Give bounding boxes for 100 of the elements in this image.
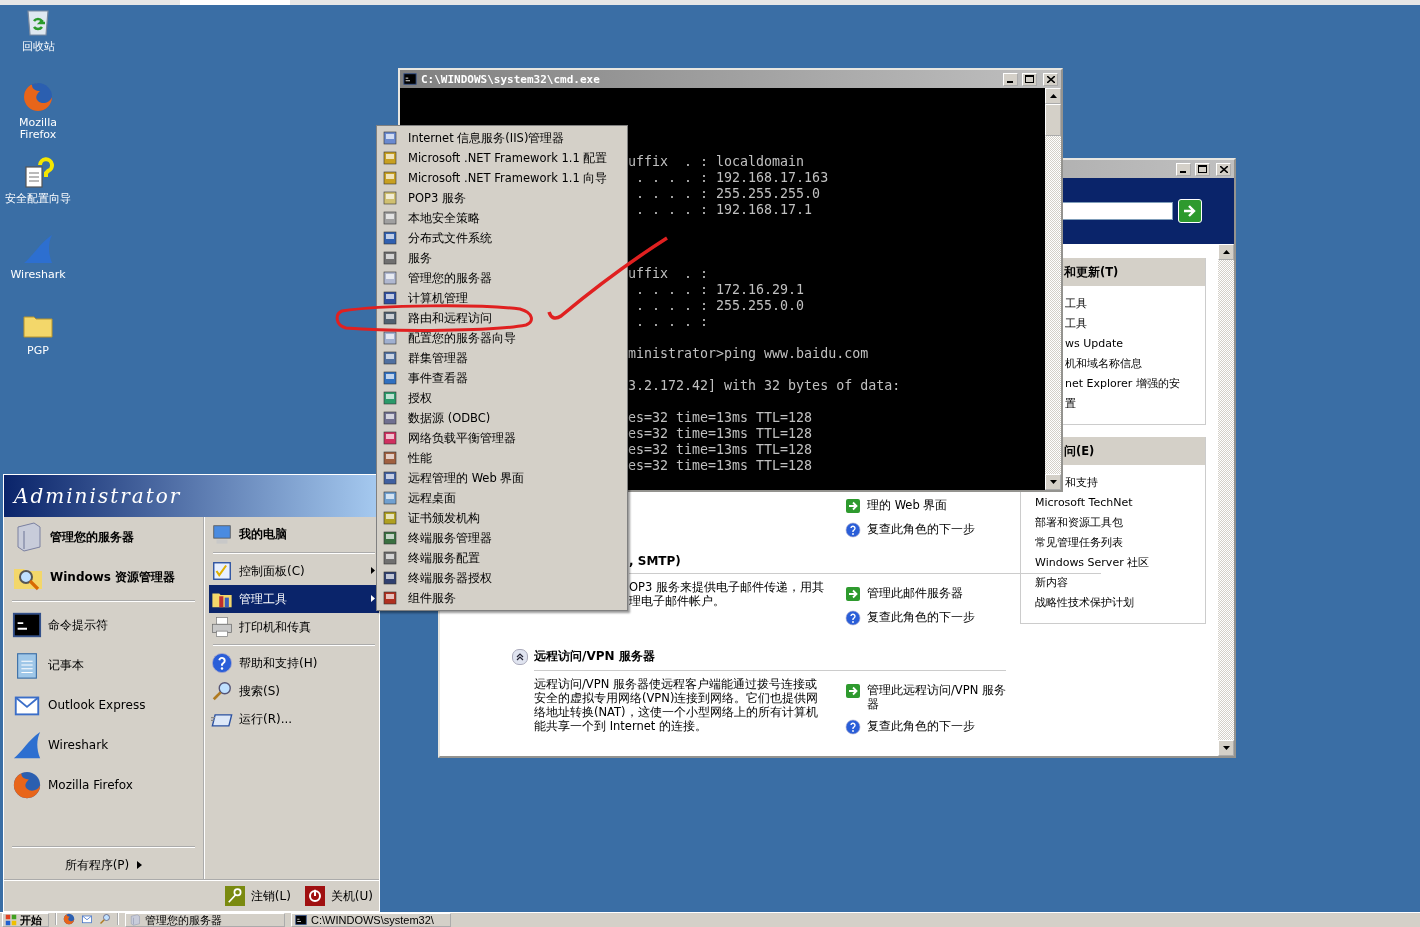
panel-link[interactable]: 新内容 xyxy=(1035,576,1068,590)
panel-link[interactable]: 工具 xyxy=(1065,297,1087,311)
browser-icon xyxy=(63,913,75,925)
menu-item[interactable]: 证书颁发机构 xyxy=(377,508,627,528)
menu-item[interactable]: 终端服务配置 xyxy=(377,548,627,568)
menu-item[interactable]: Wireshark xyxy=(8,725,199,765)
panel-link[interactable]: Microsoft TechNet xyxy=(1035,496,1133,510)
menu-item[interactable]: 搜索(S) xyxy=(209,677,379,705)
maximize-button[interactable] xyxy=(1195,162,1210,176)
menu-item[interactable]: Microsoft .NET Framework 1.1 向导 xyxy=(377,168,627,188)
desktop-icon-label[interactable]: 安全配置向导 xyxy=(5,193,71,205)
close-button[interactable] xyxy=(1043,72,1058,86)
menu-item[interactable]: 管理您的服务器 xyxy=(377,268,627,288)
control-panel-icon xyxy=(211,560,233,582)
panel-link[interactable]: 战略性技术保护计划 xyxy=(1035,596,1134,610)
menu-item[interactable]: POP3 服务 xyxy=(377,188,627,208)
minimize-button[interactable] xyxy=(1003,72,1018,86)
desktop-icon-label[interactable]: PGP xyxy=(27,345,49,357)
menu-item[interactable]: 分布式文件系统 xyxy=(377,228,627,248)
program-icon xyxy=(382,210,398,226)
menu-item[interactable]: Windows 资源管理器 xyxy=(8,557,199,597)
taskbar-button[interactable]: C:\WINDOWS\system32\ xyxy=(291,913,451,927)
desktop-icon-label[interactable]: 回收站 xyxy=(21,41,55,53)
close-button[interactable] xyxy=(1216,162,1231,176)
action-link[interactable]: 管理此远程访问/VPN 服务器 xyxy=(845,683,1015,711)
maximize-button[interactable] xyxy=(1022,72,1037,86)
printer-icon xyxy=(211,616,233,638)
panel-link[interactable]: 常见管理任务列表 xyxy=(1035,536,1123,550)
menu-item[interactable]: 本地安全策略 xyxy=(377,208,627,228)
menu-item[interactable]: 网络负载平衡管理器 xyxy=(377,428,627,448)
menu-item[interactable]: 打印机和传真 xyxy=(209,613,379,641)
panel-link[interactable]: 工具 xyxy=(1065,317,1087,331)
menu-item[interactable]: 管理工具 xyxy=(209,585,379,613)
menu-item[interactable]: 终端服务管理器 xyxy=(377,528,627,548)
panel-link[interactable]: ws Update xyxy=(1065,337,1124,351)
help-icon xyxy=(211,652,233,674)
panel-link[interactable]: 部署和资源工具包 xyxy=(1035,516,1123,530)
panel-link[interactable]: 机和域名称信息 xyxy=(1065,357,1142,371)
menu-item[interactable]: Mozilla Firefox xyxy=(8,765,199,805)
all-programs-button[interactable]: 所有程序(P) xyxy=(8,851,199,879)
desktop-icon-label[interactable]: Mozilla Firefox xyxy=(19,117,57,141)
panel-link[interactable]: 和支持 xyxy=(1065,476,1098,490)
collapse-toggle[interactable] xyxy=(512,648,528,665)
menu-item[interactable]: 计算机管理 xyxy=(377,288,627,308)
menu-item[interactable]: 命令提示符 xyxy=(8,605,199,645)
minimize-button[interactable] xyxy=(1176,162,1191,176)
description-line: OP3 服务来提供电子邮件传递，用其 xyxy=(629,580,824,594)
search-field[interactable] xyxy=(1061,202,1173,220)
console-icon xyxy=(295,914,307,926)
menu-item[interactable]: 记事本 xyxy=(8,645,199,685)
action-link[interactable]: 理的 Web 界面 xyxy=(845,498,1015,514)
menu-item[interactable]: 事件查看器 xyxy=(377,368,627,388)
panel-link[interactable]: net Explorer 增强的安 xyxy=(1065,377,1180,391)
menu-item[interactable]: 组件服务 xyxy=(377,588,627,608)
menu-item[interactable]: 性能 xyxy=(377,448,627,468)
menu-item[interactable]: 运行(R)... xyxy=(209,705,379,733)
program-icon xyxy=(382,390,398,406)
taskbar-button[interactable]: 管理您的服务器 xyxy=(125,913,285,927)
help-icon xyxy=(845,719,861,735)
program-icon xyxy=(382,250,398,266)
next-step-link[interactable]: 复查此角色的下一步 xyxy=(845,522,1015,538)
menu-item[interactable]: 管理您的服务器 xyxy=(8,517,199,557)
scroll-up-button[interactable] xyxy=(1218,244,1234,260)
description-line: 安全的虚拟专用网络(VPN)连接到网络。它们也提供网 xyxy=(534,691,819,705)
menu-item[interactable]: 服务 xyxy=(377,248,627,268)
shut-down-button[interactable]: 关机(U) xyxy=(304,886,373,906)
scrollbar[interactable] xyxy=(1045,88,1061,490)
menu-item[interactable]: 远程管理的 Web 界面 xyxy=(377,468,627,488)
action-link[interactable]: 管理此邮件服务器 xyxy=(845,586,1015,602)
menu-item[interactable]: 配置您的服务器向导 xyxy=(377,328,627,348)
help-icon xyxy=(845,522,861,538)
menu-item[interactable]: 终端服务器授权 xyxy=(377,568,627,588)
go-button[interactable] xyxy=(1178,199,1202,223)
next-step-link[interactable]: 复查此角色的下一步 xyxy=(845,719,1015,735)
menu-item[interactable]: 帮助和支持(H) xyxy=(209,649,379,677)
scroll-up-button[interactable] xyxy=(1045,88,1061,104)
menu-item[interactable]: 群集管理器 xyxy=(377,348,627,368)
menu-item[interactable]: Outlook Express xyxy=(8,685,199,725)
menu-item[interactable]: 控制面板(C) xyxy=(209,557,379,585)
menu-item[interactable]: 我的电脑 xyxy=(209,519,379,549)
close-icon xyxy=(1046,75,1055,83)
console-line: uffix . : xyxy=(628,266,710,282)
panel-link[interactable]: 置 xyxy=(1065,397,1076,411)
scroll-down-button[interactable] xyxy=(1218,740,1234,756)
menu-item[interactable]: 路由和远程访问 xyxy=(377,308,627,328)
panel-link[interactable]: Windows Server 社区 xyxy=(1035,556,1150,570)
scroll-down-button[interactable] xyxy=(1045,474,1061,490)
menu-item[interactable]: Microsoft .NET Framework 1.1 配置 xyxy=(377,148,627,168)
menu-item[interactable]: 数据源 (ODBC) xyxy=(377,408,627,428)
next-step-link[interactable]: 复查此角色的下一步 xyxy=(845,610,1015,626)
menu-item[interactable]: Internet 信息服务(IIS)管理器 xyxy=(377,128,627,148)
search-icon xyxy=(99,913,111,925)
menu-item[interactable]: 远程桌面 xyxy=(377,488,627,508)
scroll-thumb[interactable] xyxy=(1045,104,1061,136)
help-document-icon xyxy=(22,157,54,189)
start-button[interactable]: 开始 xyxy=(2,913,49,927)
desktop-icon-label[interactable]: Wireshark xyxy=(10,269,66,281)
scrollbar[interactable] xyxy=(1218,244,1234,756)
log-off-button[interactable]: 注销(L) xyxy=(224,886,291,906)
menu-item[interactable]: 授权 xyxy=(377,388,627,408)
